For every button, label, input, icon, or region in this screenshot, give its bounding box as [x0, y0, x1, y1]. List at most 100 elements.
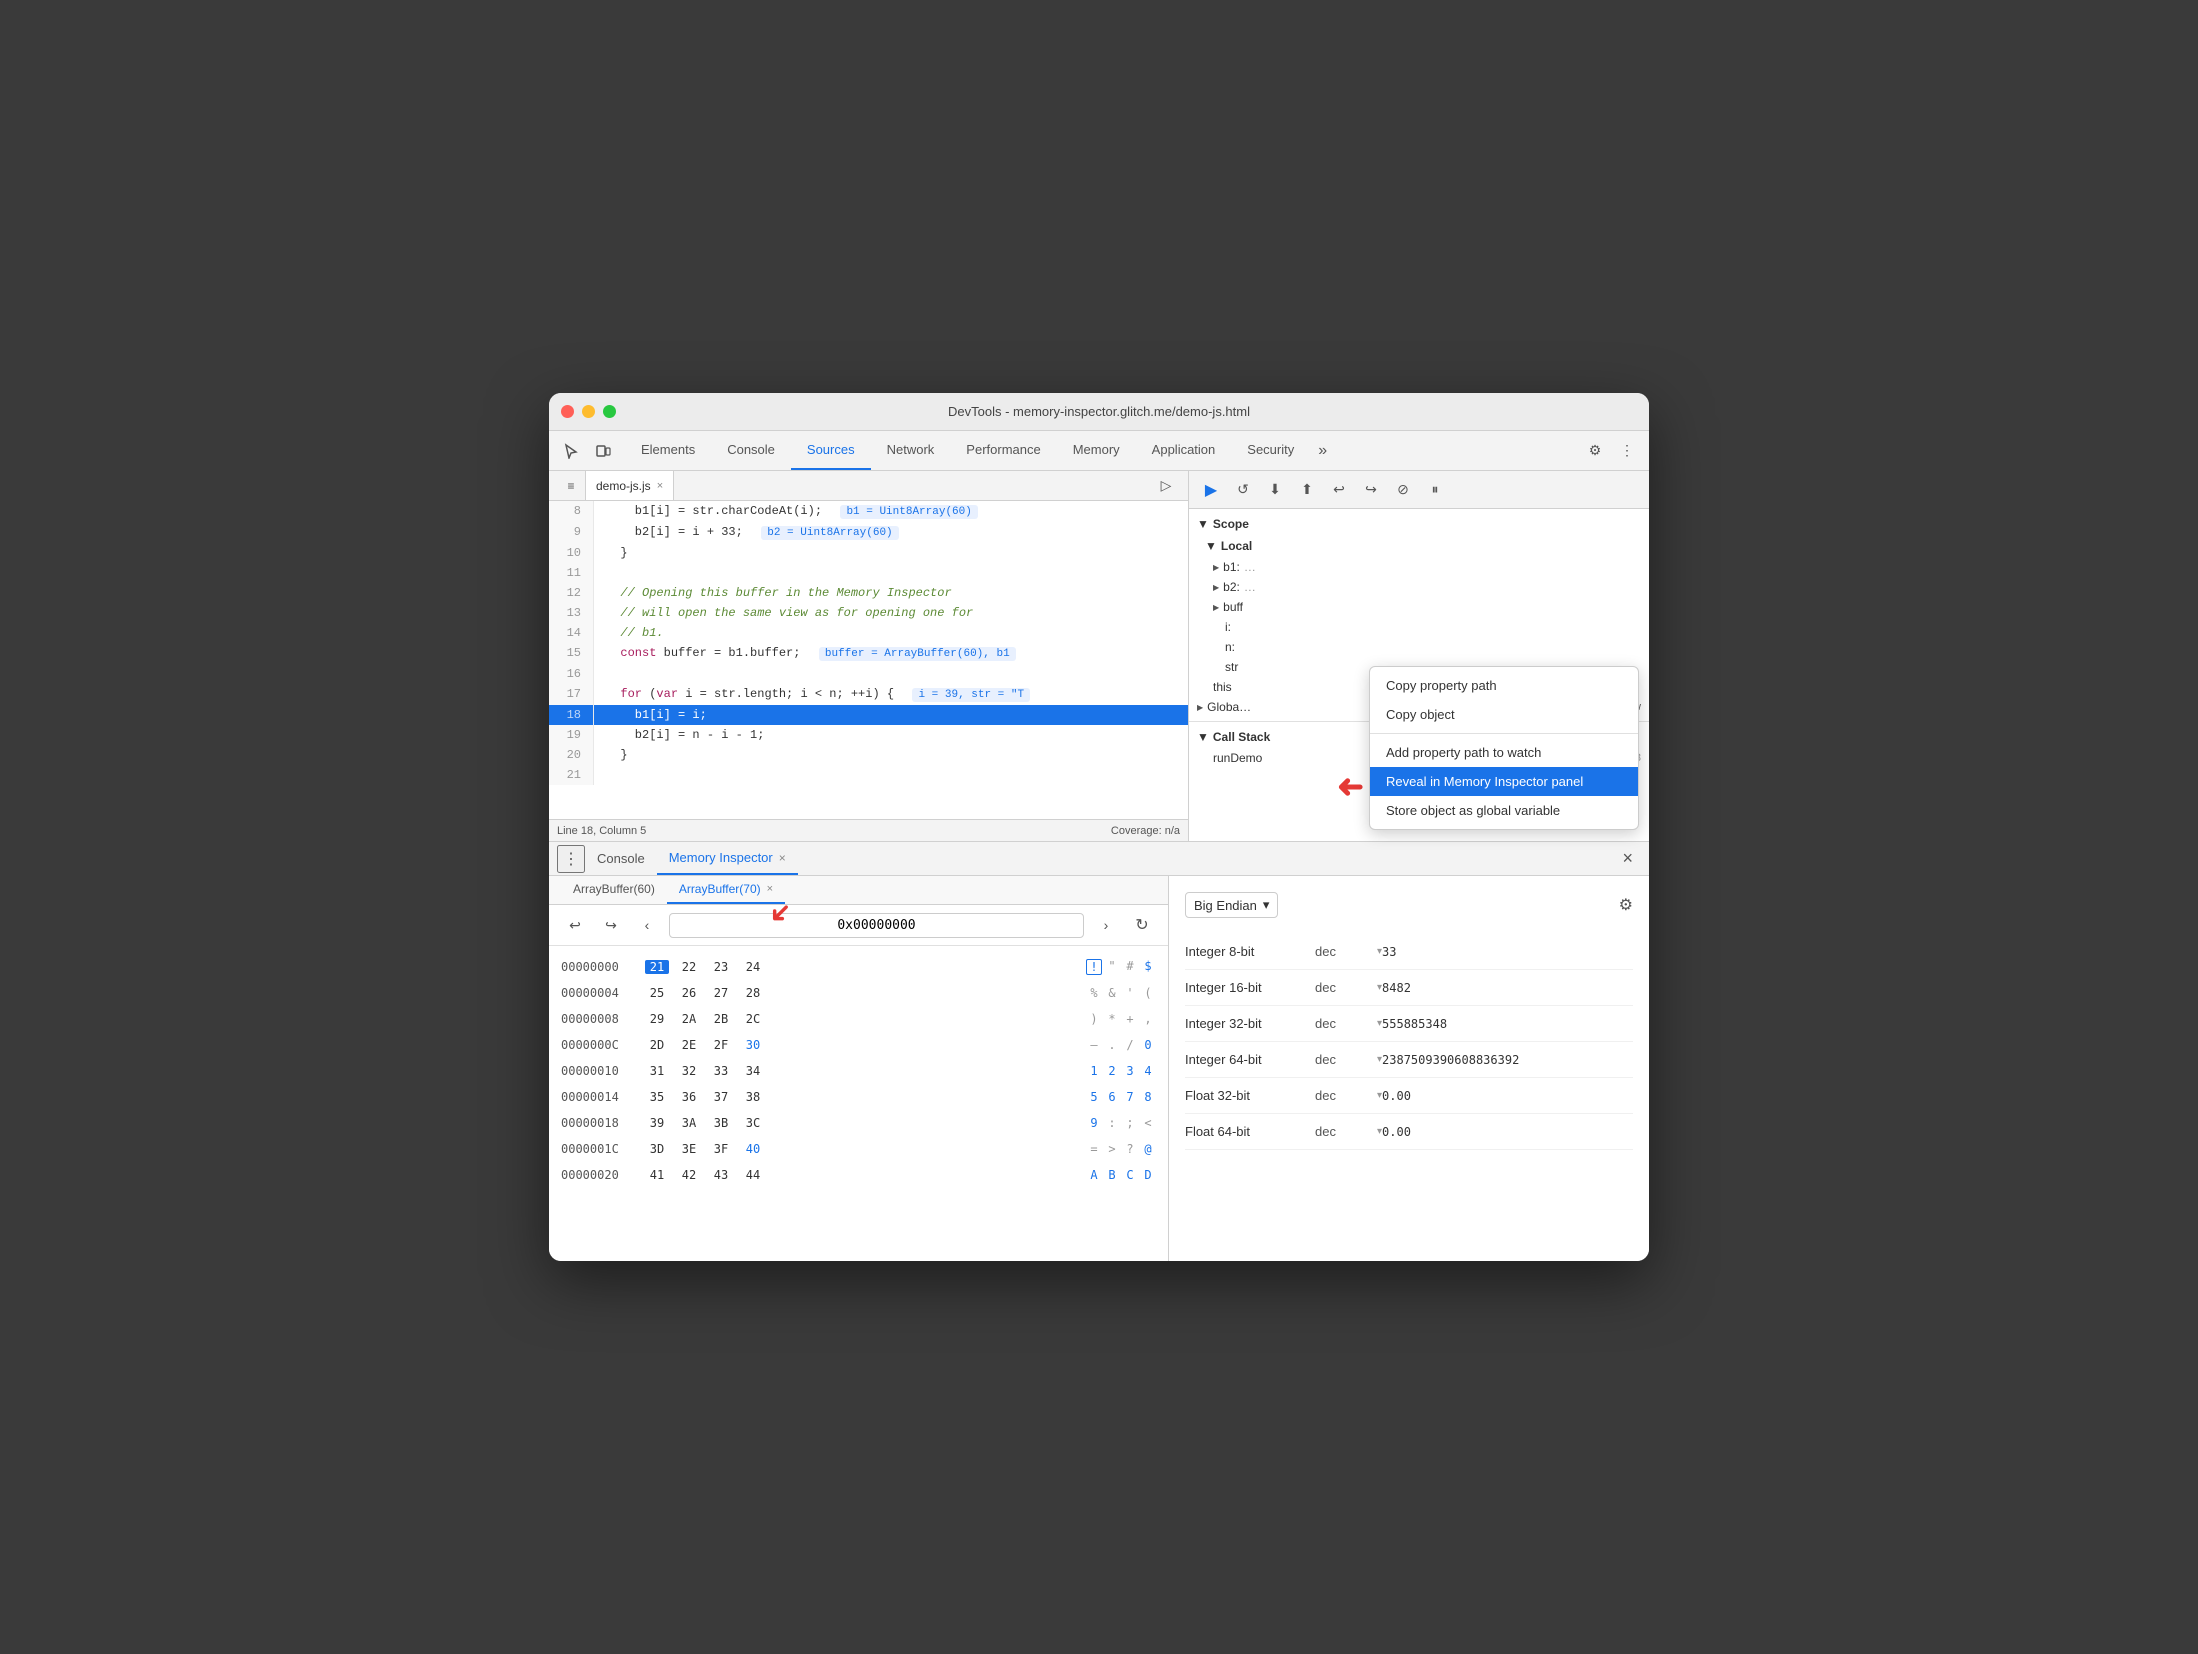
tab-security[interactable]: Security [1231, 431, 1310, 470]
window-title: DevTools - memory-inspector.glitch.me/de… [948, 404, 1250, 419]
main-nav: Elements Console Sources Network Perform… [625, 431, 1581, 470]
devtools-window: DevTools - memory-inspector.glitch.me/de… [549, 393, 1649, 1261]
data-type-float32: Float 32-bit dec ▾ 0.00 [1185, 1078, 1633, 1114]
buffer-tab-60[interactable]: ArrayBuffer(60) [561, 876, 667, 904]
context-menu-copy-property-path[interactable]: Copy property path [1370, 671, 1638, 700]
code-line-8: 8 b1[i] = str.charCodeAt(i); b1 = Uint8A… [549, 501, 1188, 522]
code-tab-bar: ≡ demo-js.js × ▷ [549, 471, 1188, 501]
bottom-tab-bar: ⋮ Console Memory Inspector × × [549, 842, 1649, 876]
tab-performance[interactable]: Performance [950, 431, 1056, 470]
context-menu-add-to-watch[interactable]: Add property path to watch [1370, 738, 1638, 767]
minimize-button[interactable] [582, 405, 595, 418]
more-options-button[interactable]: ⋮ [1613, 437, 1641, 465]
cursor-icon [563, 443, 579, 459]
toggle-navigator-button[interactable]: ≡ [557, 472, 585, 500]
scope-item-buff[interactable]: ▶ buff [1189, 597, 1649, 617]
resume-button[interactable]: ▶ [1197, 476, 1225, 504]
close-panel-button[interactable]: × [1614, 848, 1641, 869]
step-over-next-button[interactable]: ↪ [1357, 476, 1385, 504]
bottom-panel: ⋮ Console Memory Inspector × × ArrayBuff… [549, 841, 1649, 1261]
settings-button[interactable]: ⚙ [1581, 437, 1609, 465]
code-tab-demo-js[interactable]: demo-js.js × [585, 471, 674, 500]
code-tab-close[interactable]: × [657, 480, 663, 492]
buffer-tab-70[interactable]: ArrayBuffer(70) × [667, 876, 785, 904]
hex-byte-22[interactable]: 22 [677, 960, 701, 974]
data-type-float64: Float 64-bit dec ▾ 0.00 [1185, 1114, 1633, 1150]
bottom-tab-memory-inspector[interactable]: Memory Inspector × [657, 842, 798, 875]
hex-byte-24[interactable]: 24 [741, 960, 765, 974]
code-area: 8 b1[i] = str.charCodeAt(i); b1 = Uint8A… [549, 501, 1188, 819]
endian-dropdown-icon: ▾ [1263, 897, 1270, 913]
code-line-21: 21 [549, 765, 1188, 785]
memory-prev-button[interactable]: ‹ [633, 911, 661, 939]
buffer-tabs: ArrayBuffer(60) ArrayBuffer(70) × [549, 876, 1168, 905]
memory-inspector-content: ArrayBuffer(60) ArrayBuffer(70) × ➜ ↩ ↪ … [549, 876, 1649, 1261]
tab-memory[interactable]: Memory [1057, 431, 1136, 470]
inline-val-buffer: buffer = ArrayBuffer(60), b1 [819, 647, 1016, 661]
scope-item-i[interactable]: i: [1189, 617, 1649, 637]
scope-item-b1[interactable]: ▶ b1: … [1189, 557, 1649, 577]
scope-item-n[interactable]: n: [1189, 637, 1649, 657]
endian-selector[interactable]: Big Endian ▾ [1185, 892, 1278, 918]
context-menu-separator-1 [1370, 733, 1638, 734]
code-line-17: 17 for (var i = str.length; i < n; ++i) … [549, 684, 1188, 705]
more-tabs-button[interactable]: » [1310, 442, 1335, 460]
step-over-button[interactable]: ↺ [1229, 476, 1257, 504]
inline-val-b2: b2 = Uint8Array(60) [761, 526, 898, 540]
step-into-button[interactable]: ⬇ [1261, 476, 1289, 504]
context-menu-copy-object[interactable]: Copy object [1370, 700, 1638, 729]
code-line-18-highlighted: 18 b1[i] = i; [549, 705, 1188, 725]
tab-application[interactable]: Application [1136, 431, 1232, 470]
context-menu-store-global[interactable]: Store object as global variable [1370, 796, 1638, 825]
bottom-panel-settings[interactable]: ⋮ [557, 845, 585, 873]
right-panel: ▶ ↺ ⬇ ⬆ ↩ ↪ ⊘ ⏸ ▼ Scope ▼ Local [1189, 471, 1649, 841]
step-button[interactable]: ↩ [1325, 476, 1353, 504]
memory-next-button[interactable]: › [1092, 911, 1120, 939]
code-line-12: 12 // Opening this buffer in the Memory … [549, 583, 1188, 603]
scope-item-b2[interactable]: ▶ b2: … [1189, 577, 1649, 597]
scope-header: ▼ Scope [1189, 513, 1649, 535]
status-bar: Line 18, Column 5 Coverage: n/a [549, 819, 1188, 841]
data-type-int32: Integer 32-bit dec ▾ 555885348 [1185, 1006, 1633, 1042]
memory-refresh-button[interactable]: ↻ [1128, 911, 1156, 939]
code-line-16: 16 [549, 664, 1188, 684]
memory-address-input[interactable] [669, 913, 1084, 938]
memory-settings-icon[interactable]: ⚙ [1619, 895, 1633, 915]
data-type-int16: Integer 16-bit dec ▾ 8482 [1185, 970, 1633, 1006]
step-out-button[interactable]: ⬆ [1293, 476, 1321, 504]
hex-byte-21[interactable]: 21 [645, 960, 669, 974]
code-line-9: 9 b2[i] = i + 33; b2 = Uint8Array(60) [549, 522, 1188, 543]
hex-row-8: 00000020 41 42 43 44 A B C D [561, 1162, 1156, 1188]
inspect-element-button[interactable] [557, 437, 585, 465]
context-menu-reveal-memory-inspector[interactable]: Reveal in Memory Inspector panel [1370, 767, 1638, 796]
hex-grid: 00000000 21 22 23 24 ! " # $ [549, 946, 1168, 1261]
devtools-right-icons: ⚙ ⋮ [1581, 437, 1641, 465]
deactivate-breakpoints-button[interactable]: ⊘ [1389, 476, 1417, 504]
tab-sources[interactable]: Sources [791, 431, 871, 470]
memory-forward-button[interactable]: ↪ [597, 911, 625, 939]
hex-row-5: 00000014 35 36 37 38 5 6 7 8 [561, 1084, 1156, 1110]
memory-back-button[interactable]: ↩ [561, 911, 589, 939]
context-menu: Copy property path Copy object Add prope… [1369, 666, 1639, 830]
code-line-13: 13 // will open the same view as for ope… [549, 603, 1188, 623]
code-line-19: 19 b2[i] = n - i - 1; [549, 725, 1188, 745]
hex-row-1: 00000004 25 26 27 28 % & ' ( [561, 980, 1156, 1006]
memory-data-types-panel: Big Endian ▾ ⚙ Integer 8-bit dec ▾ 33 In… [1169, 876, 1649, 1261]
code-line-11: 11 [549, 563, 1188, 583]
devtools-topbar: Elements Console Sources Network Perform… [549, 431, 1649, 471]
buffer-tab-70-close[interactable]: × [767, 883, 773, 895]
pause-on-exceptions-button[interactable]: ⏸ [1421, 476, 1449, 504]
memory-inspector-tab-close[interactable]: × [779, 851, 786, 865]
code-more-button[interactable]: ▷ [1152, 472, 1180, 500]
tab-network[interactable]: Network [871, 431, 951, 470]
close-button[interactable] [561, 405, 574, 418]
bottom-tab-console[interactable]: Console [585, 842, 657, 875]
inline-val-b1: b1 = Uint8Array(60) [840, 505, 977, 519]
device-toolbar-button[interactable] [589, 437, 617, 465]
device-icon [595, 443, 611, 459]
title-bar: DevTools - memory-inspector.glitch.me/de… [549, 393, 1649, 431]
hex-byte-23[interactable]: 23 [709, 960, 733, 974]
maximize-button[interactable] [603, 405, 616, 418]
tab-console[interactable]: Console [711, 431, 791, 470]
tab-elements[interactable]: Elements [625, 431, 711, 470]
